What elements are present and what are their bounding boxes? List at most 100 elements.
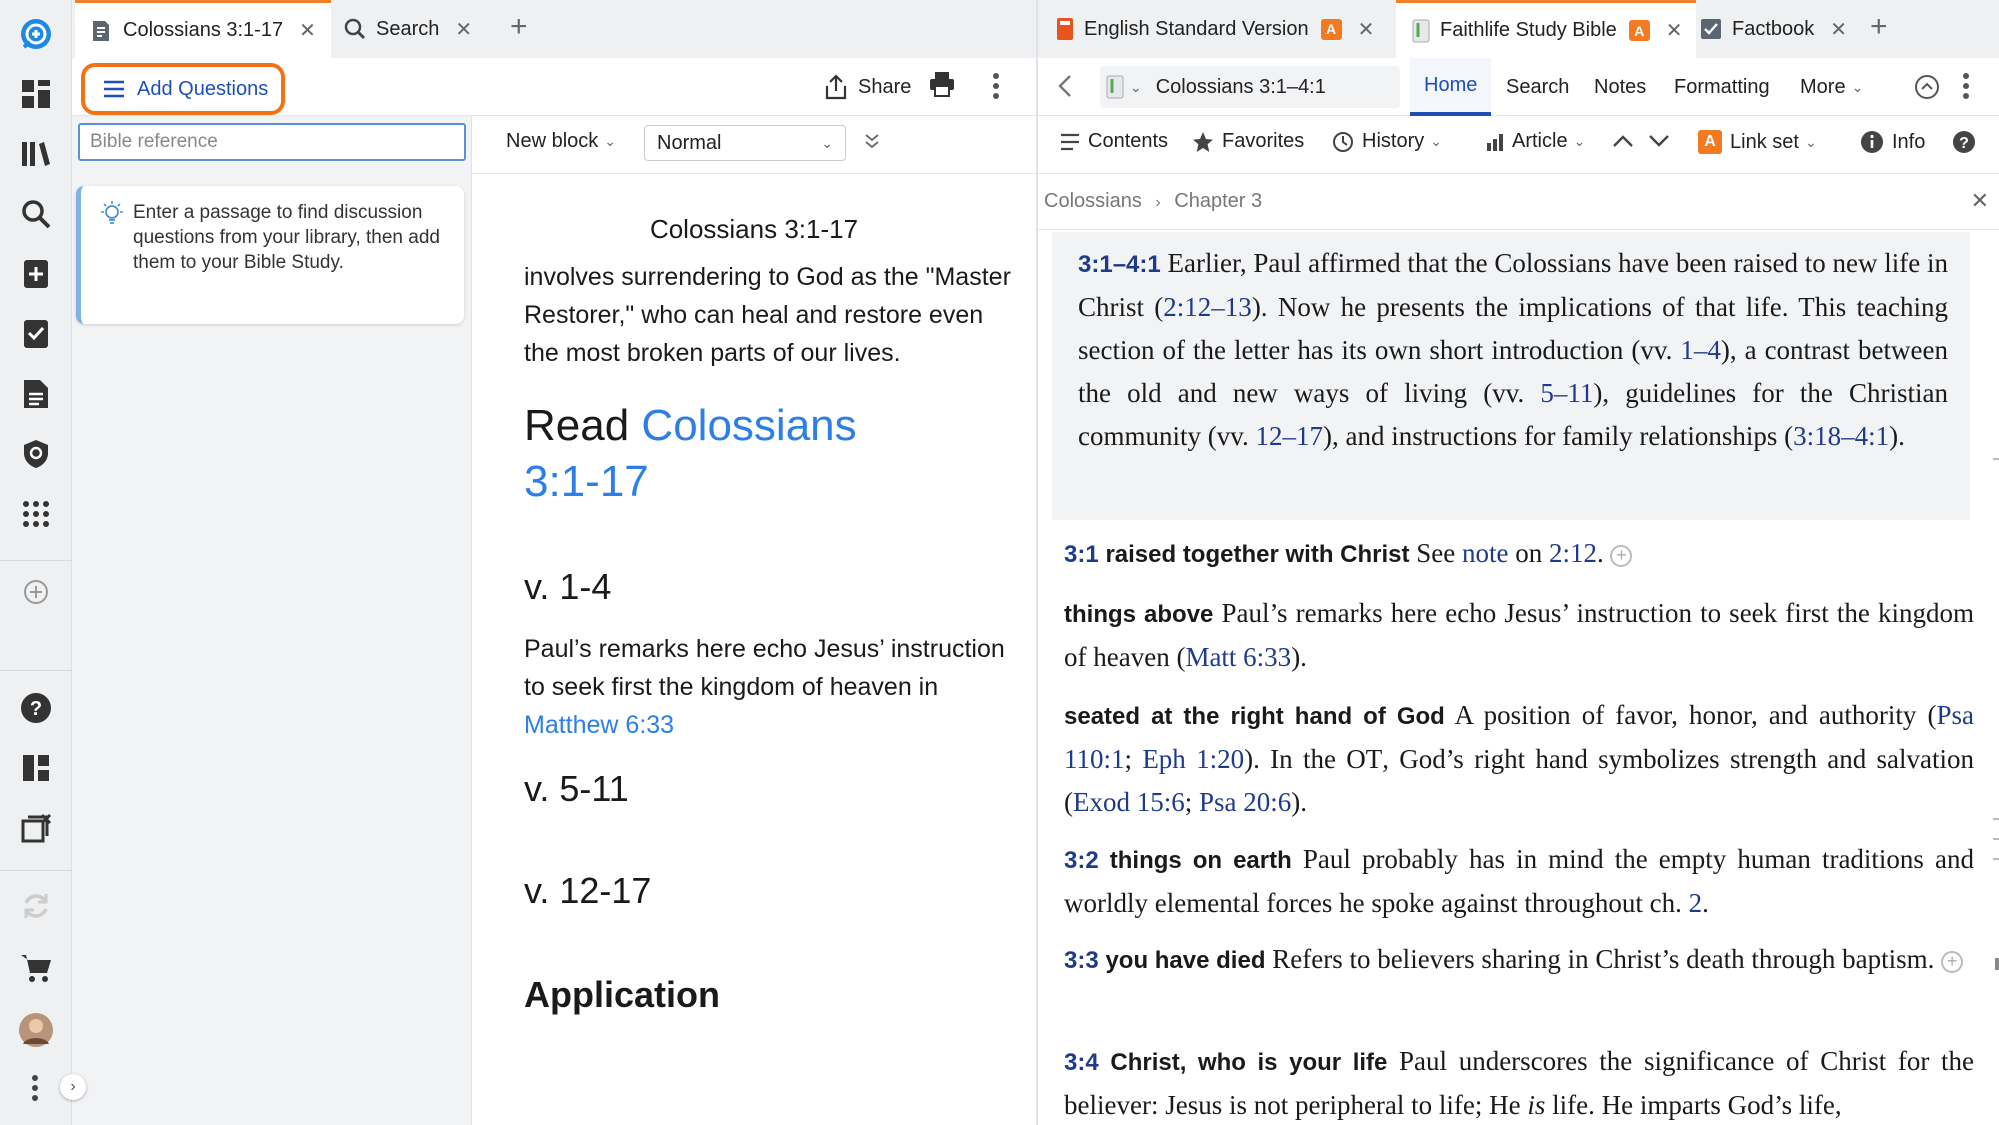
lightbulb-icon: [101, 201, 123, 224]
note-link[interactable]: note: [1462, 538, 1509, 568]
verse-ref[interactable]: 3:1: [1064, 541, 1099, 568]
sync-icon[interactable]: [14, 884, 58, 928]
cross-ref-link[interactable]: Exod 15:6: [1073, 787, 1185, 817]
close-icon[interactable]: ✕: [1830, 17, 1847, 42]
tab-search[interactable]: Search: [1506, 58, 1569, 116]
share-button[interactable]: Share: [824, 70, 911, 104]
expand-rail-icon[interactable]: ›: [60, 1074, 86, 1100]
layout-icon[interactable]: [14, 746, 58, 790]
cross-ref-link[interactable]: 12–17: [1255, 421, 1323, 451]
print-icon[interactable]: [928, 70, 956, 98]
add-questions-button[interactable]: Add Questions: [81, 63, 285, 115]
breadcrumb-chapter[interactable]: Chapter 3: [1174, 190, 1262, 212]
avatar[interactable]: [14, 1008, 58, 1052]
document-icon[interactable]: [14, 372, 58, 416]
cross-ref-link[interactable]: 3:18–4:1: [1793, 421, 1889, 451]
breadcrumb-book[interactable]: Colossians: [1044, 190, 1142, 212]
scrollbar[interactable]: [1991, 458, 1999, 970]
apps-grid-icon[interactable]: [14, 492, 58, 536]
add-tab-icon[interactable]: +: [510, 10, 528, 44]
section-heading: v. 12-17: [524, 870, 652, 911]
contents-button[interactable]: Contents: [1060, 130, 1168, 153]
close-icon[interactable]: ✕: [1358, 17, 1375, 42]
close-panels-icon[interactable]: [14, 806, 58, 850]
faithlife-logo-icon[interactable]: [14, 12, 58, 56]
study-note: seated at the right hand of God A positi…: [1064, 694, 1974, 824]
cross-ref-link[interactable]: Psa 20:6: [1199, 787, 1291, 817]
study-toolbar: Add Questions Share: [72, 58, 1036, 116]
tab-colossians-study[interactable]: Colossians 3:1-17 ✕: [75, 0, 331, 58]
library-icon[interactable]: [14, 132, 58, 176]
tab-more[interactable]: More ⌄: [1800, 58, 1863, 116]
verse-ref[interactable]: 3:2: [1064, 847, 1099, 874]
cross-ref-link[interactable]: Matt 6:33: [1185, 642, 1291, 672]
sync-scroll-icon[interactable]: [1914, 74, 1940, 100]
search-icon[interactable]: [14, 192, 58, 236]
tab-home[interactable]: Home: [1410, 58, 1492, 116]
study-notes-article[interactable]: 3:1–4:1 Earlier, Paul affirmed that the …: [1038, 230, 1999, 1125]
cross-ref-link[interactable]: 2: [1689, 888, 1703, 918]
expand-note-icon[interactable]: +: [1941, 950, 1964, 973]
tab-faithlife-study-bible[interactable]: Faithlife Study Bible A ✕: [1396, 0, 1696, 58]
history-icon: [1333, 131, 1353, 152]
favorites-button[interactable]: Favorites: [1192, 130, 1304, 153]
info-button[interactable]: Info: [1860, 130, 1925, 154]
tab-factbook[interactable]: Factbook ✕: [1684, 0, 1854, 58]
study-note: 3:3 you have died Refers to believers sh…: [1064, 938, 1974, 982]
help-icon[interactable]: ?: [14, 686, 58, 730]
expand-note-icon[interactable]: +: [1610, 544, 1633, 567]
add-tab-icon[interactable]: +: [1870, 10, 1888, 44]
verse-ref[interactable]: 3:1–4:1: [1078, 251, 1161, 278]
shield-icon[interactable]: [14, 432, 58, 476]
note-text: on: [1508, 538, 1549, 568]
verse-ref[interactable]: 3:4: [1064, 1049, 1099, 1076]
next-article-icon[interactable]: [1648, 134, 1678, 148]
bible-reference-input[interactable]: [78, 123, 466, 161]
paragraph-style-select[interactable]: Normal ⌄: [644, 125, 846, 161]
chevron-down-icon: ⌄: [1804, 133, 1817, 150]
note-text: A position of favor, honor, and authorit…: [1444, 700, 1937, 730]
article-button[interactable]: Article ⌄: [1486, 130, 1585, 153]
editor-toolbar: New block ⌄ Normal ⌄: [472, 116, 1036, 174]
link-set-button[interactable]: A Link set ⌄: [1698, 130, 1817, 154]
section-heading: Application: [524, 974, 720, 1015]
cross-ref-link[interactable]: 2:12: [1549, 538, 1597, 568]
previous-article-icon[interactable]: [1612, 134, 1642, 148]
tab-notes[interactable]: Notes: [1594, 58, 1646, 116]
search-icon: [344, 18, 366, 40]
tab-search[interactable]: Search ✕: [344, 0, 484, 58]
tab-label: English Standard Version: [1084, 17, 1309, 40]
tab-formatting[interactable]: Formatting: [1674, 58, 1770, 116]
tab-esv[interactable]: English Standard Version A ✕: [1056, 0, 1416, 58]
matthew-link[interactable]: Matthew 6:33: [524, 711, 674, 739]
reference-box[interactable]: ⌄ Colossians 3:1–4:1: [1100, 66, 1400, 108]
star-icon: [1193, 131, 1213, 152]
cart-icon[interactable]: [14, 946, 58, 990]
favorites-label: Favorites: [1222, 130, 1305, 152]
checklist-icon[interactable]: [14, 312, 58, 356]
cross-ref-link[interactable]: Eph 1:20: [1142, 744, 1244, 774]
more-vertical-icon[interactable]: [1962, 72, 1970, 100]
close-icon[interactable]: ✕: [1666, 18, 1683, 43]
verse-ref[interactable]: 3:3: [1064, 947, 1099, 974]
new-block-dropdown[interactable]: New block ⌄: [506, 130, 616, 153]
study-document[interactable]: Colossians 3:1-17 involves surrendering …: [472, 174, 1036, 1125]
add-circle-icon[interactable]: [14, 570, 58, 614]
cross-ref-link[interactable]: 1–4: [1680, 335, 1721, 365]
close-icon[interactable]: ✕: [299, 18, 316, 43]
cross-ref-link[interactable]: 5–11: [1540, 378, 1593, 408]
section-heading: v. 5-11: [524, 768, 629, 809]
close-icon[interactable]: ✕: [455, 17, 472, 42]
close-icon[interactable]: ✕: [1971, 188, 1989, 214]
expand-toolbar-icon[interactable]: [864, 132, 880, 150]
add-document-icon[interactable]: [14, 252, 58, 296]
dashboard-icon[interactable]: [14, 72, 58, 116]
paragraph: involves surrendering to God as the "Mas…: [524, 263, 1011, 367]
back-icon[interactable]: [1058, 74, 1072, 98]
more-vertical-icon[interactable]: [20, 1066, 50, 1110]
cross-ref-link[interactable]: 2:12–13: [1163, 292, 1252, 322]
history-label: History: [1362, 130, 1425, 152]
more-vertical-icon[interactable]: [992, 72, 1000, 100]
help-icon[interactable]: ?: [1952, 130, 1984, 154]
history-button[interactable]: History ⌄: [1332, 130, 1442, 153]
